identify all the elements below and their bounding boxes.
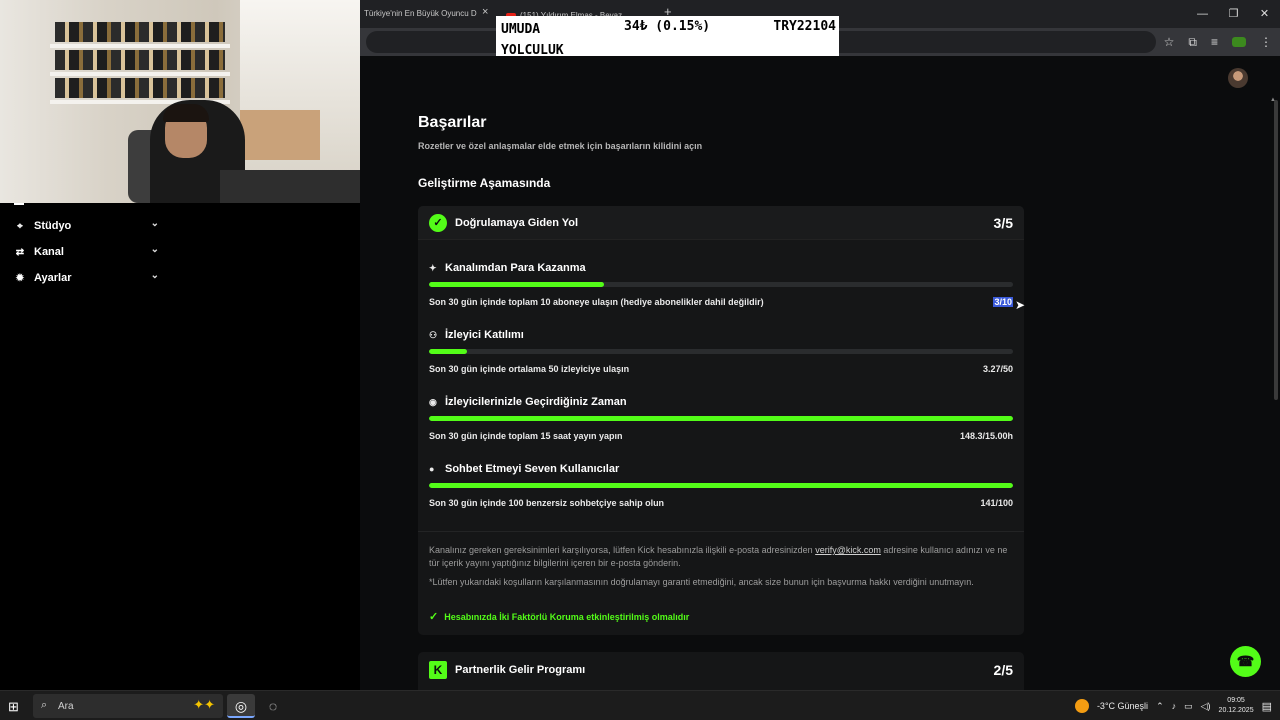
weather-text[interactable]: -3°C Güneşli (1097, 701, 1148, 711)
verified-badge-icon: ✓ (429, 214, 447, 232)
system-tray: -3°C Güneşli ⌃ ♪ ▭ ◁) 09:05 20.12.2025 ▤ (1074, 691, 1280, 720)
main-content: ▲ Başarılar Rozetler ve özel anlaşmalar … (360, 56, 1280, 690)
studio-icon: ⌖ (17, 220, 23, 232)
window-controls: — ❐ ✕ (1187, 0, 1280, 28)
gear-icon: ✹ (15, 272, 25, 284)
kick-logo-icon: K (429, 661, 447, 679)
sidebar-item-studio[interactable]: ⌖ Stüdyo ⌄ (14, 216, 159, 236)
avatar[interactable] (1228, 68, 1248, 88)
partner-card[interactable]: K Partnerlik Gelir Programı 2/5 (418, 652, 1024, 690)
ticker-change: 34₺ (0.15%) (624, 19, 711, 34)
taskbar: ⊞ ⌕ Ara ✦✦ ◎ ◌ -3°C Güneşli ⌃ ♪ ▭ ◁) 09:… (0, 690, 1280, 720)
users-icon: ⚇ (429, 329, 438, 340)
progress-bar (429, 483, 1013, 488)
ticker-price: TRY22104 (773, 19, 836, 34)
verify-email-link[interactable]: verify@kick.com (815, 545, 881, 555)
sidebar-item-channel[interactable]: ⇄ Kanal ⌄ (14, 242, 159, 262)
extension-icon[interactable] (1232, 37, 1246, 47)
card-header[interactable]: ✓ Doğrulamaya Giden Yol 3/5 (418, 206, 1024, 240)
tab-close-icon[interactable]: × (482, 6, 488, 18)
menu-icon[interactable]: ⋮ (1260, 35, 1272, 49)
chevron-down-icon: ⌄ (150, 270, 159, 281)
extensions-icon[interactable]: ⧉ (1188, 35, 1197, 50)
verification-note: Kanalınız gereken gereksinimleri karşılı… (429, 545, 1008, 568)
app-icon[interactable]: ◌ (259, 694, 287, 718)
copilot-icon: ✦✦ (193, 697, 215, 712)
mouse-cursor-icon: ➤ (1015, 298, 1026, 312)
requirement-value: 148.3/15.00h (959, 431, 1013, 441)
webcam-overlay (0, 0, 360, 203)
card-title: Partnerlik Gelir Programı (455, 664, 586, 676)
minimize-button[interactable]: — (1187, 0, 1218, 28)
verification-card: ✓ Doğrulamaya Giden Yol 3/5 ✦ Kanalımdan… (418, 206, 1024, 635)
chevron-down-icon: ⌄ (150, 244, 159, 255)
section-title: Geliştirme Aşamasında (418, 176, 551, 190)
page-title: Başarılar (418, 114, 487, 131)
support-chat-button[interactable]: ☎ (1230, 646, 1261, 677)
channel-icon: ⇄ (15, 246, 25, 258)
sparkle-icon: ✦ (429, 262, 437, 273)
card-count: 3/5 (993, 215, 1013, 231)
sidebar-item-settings[interactable]: ✹ Ayarlar ⌄ (14, 268, 159, 288)
network-icon[interactable]: ▭ (1184, 701, 1193, 712)
windows-start-icon[interactable]: ⊞ (8, 699, 19, 715)
sidebar: ⌖ Stüdyo ⌄ ⇄ Kanal ⌄ ✹ Ayarlar ⌄ (0, 203, 360, 690)
chat-icon: ● (429, 464, 435, 474)
requirement-value: 3.27/50 (982, 364, 1013, 374)
card-title: Doğrulamaya Giden Yol (455, 217, 579, 229)
chrome-icon[interactable]: ◎ (227, 694, 255, 718)
check-icon: ✓ (429, 611, 439, 623)
chevron-down-icon: ⌄ (150, 218, 159, 229)
progress-bar (429, 282, 1013, 287)
disclaimer-note: *Lütfen yukarıdaki koşulların karşılanma… (429, 577, 974, 587)
search-icon: ⌕ (41, 699, 48, 711)
progress-bar (429, 416, 1013, 421)
close-button[interactable]: ✕ (1249, 0, 1280, 28)
twofa-requirement: ✓ Hesabınızda İki Faktörlü Koruma etkinl… (429, 611, 690, 623)
notification-icon[interactable]: ▤ (1262, 700, 1272, 713)
card-count: 2/5 (993, 662, 1013, 678)
progress-bar (429, 349, 1013, 354)
maximize-button[interactable]: ❐ (1218, 0, 1249, 28)
page-subtitle: Rozetler ve özel anlaşmalar elde etmek i… (418, 141, 703, 151)
broadcast-icon: ◉ (429, 396, 437, 407)
clock[interactable]: 09:05 20.12.2025 (1219, 696, 1254, 716)
chevron-up-icon[interactable]: ⌃ (1156, 701, 1164, 712)
stock-ticker: UMUDA YOLCULUK 34₺ (0.15%) TRY22104 (496, 16, 839, 58)
weather-icon (1074, 699, 1089, 713)
taskbar-search[interactable]: ⌕ Ara ✦✦ (33, 694, 223, 718)
scrollbar[interactable] (1274, 100, 1278, 400)
divider (418, 531, 1024, 532)
media-icon[interactable]: ≡ (1211, 35, 1218, 49)
requirement-value: 141/100 (980, 498, 1013, 508)
mic-icon[interactable]: ♪ (1172, 701, 1177, 711)
divider (14, 203, 24, 205)
volume-icon[interactable]: ◁) (1201, 701, 1211, 712)
requirement-value: 3/10 (993, 297, 1013, 307)
bookmark-star-icon[interactable]: ☆ (1164, 35, 1175, 49)
ticker-name: UMUDA YOLCULUK (501, 22, 564, 58)
